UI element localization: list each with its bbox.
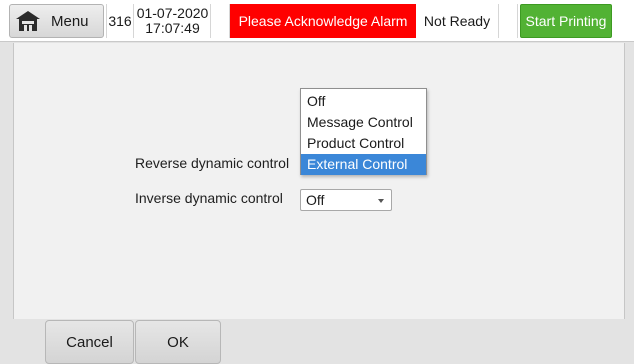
- dropdown-option-external-control[interactable]: External Control: [301, 154, 426, 175]
- menu-button[interactable]: Menu: [9, 4, 104, 38]
- counter-value: 316: [108, 13, 132, 29]
- ok-button[interactable]: OK: [135, 320, 221, 364]
- reverse-dynamic-control-dropdown[interactable]: Off Message Control Product Control Exte…: [300, 88, 427, 175]
- dropdown-option-product-control[interactable]: Product Control: [301, 133, 426, 154]
- datetime-display: 01-07-2020 17:07:49: [135, 4, 211, 38]
- chevron-down-icon: [378, 199, 384, 203]
- dropdown-option-message-control[interactable]: Message Control: [301, 112, 426, 133]
- reverse-dynamic-control-label: Reverse dynamic control: [135, 155, 290, 171]
- status-text: Not Ready: [423, 13, 491, 29]
- start-printing-button[interactable]: Start Printing: [520, 4, 612, 38]
- header-spacer: [211, 4, 230, 38]
- inverse-select-value: Off: [306, 192, 325, 208]
- start-printing-label: Start Printing: [525, 13, 607, 29]
- dropdown-option-off[interactable]: Off: [301, 91, 426, 112]
- header-spacer: [499, 4, 518, 38]
- cancel-label: Cancel: [66, 333, 113, 351]
- ok-label: OK: [167, 333, 189, 351]
- cancel-button[interactable]: Cancel: [45, 320, 134, 364]
- date-text: 01-07-2020: [136, 5, 209, 21]
- alarm-text: Please Acknowledge Alarm: [238, 13, 408, 29]
- home-icon: [16, 11, 40, 31]
- inverse-dynamic-control-label: Inverse dynamic control: [135, 190, 283, 206]
- inverse-dynamic-control-select[interactable]: Off: [300, 189, 392, 211]
- counter-display: 316: [106, 4, 134, 38]
- menu-label: Menu: [51, 12, 89, 30]
- status-display: Not Ready: [416, 4, 499, 38]
- time-text: 17:07:49: [145, 20, 200, 36]
- alarm-banner[interactable]: Please Acknowledge Alarm: [230, 4, 416, 38]
- settings-panel: [13, 43, 625, 319]
